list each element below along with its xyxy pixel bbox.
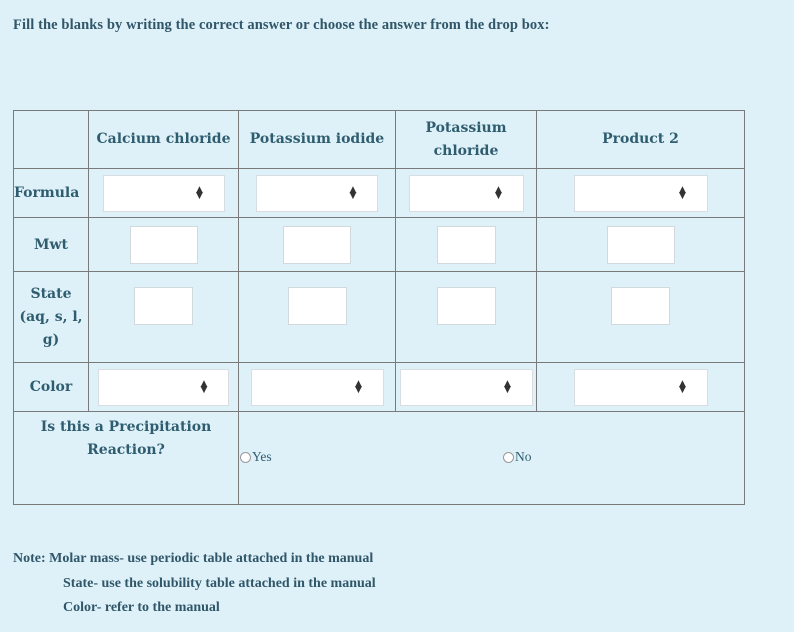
- note-line: Note: Molar mass- use periodic table att…: [13, 551, 374, 566]
- chemistry-table: Calcium chloride Potassium iodide Potass…: [13, 110, 745, 505]
- state-label-line: (aq, s, l,: [19, 308, 83, 325]
- chevron-updown-icon: ▲ ▼: [349, 185, 357, 201]
- radio-label: No: [515, 449, 532, 464]
- radio-no[interactable]: No: [503, 449, 532, 465]
- row-label-mwt: Mwt: [13, 217, 89, 272]
- note: Note: Molar mass- use periodic table att…: [13, 547, 376, 621]
- color-select-calcium-chloride[interactable]: ▲ ▼: [98, 368, 229, 406]
- chevron-updown-icon: ▲ ▼: [679, 379, 686, 395]
- radio-circle-icon[interactable]: [503, 451, 514, 463]
- precipitation-question: Is this a Precipitation Reaction?: [13, 411, 239, 505]
- instructions: Fill the blanks by writing the correct a…: [13, 17, 550, 33]
- question-line: Is this a Precipitation: [40, 419, 212, 435]
- chevron-updown-icon: ▲ ▼: [679, 185, 686, 201]
- note-line: State- use the solubility table attached…: [63, 575, 376, 591]
- note-line: Color- refer to the manual: [63, 600, 220, 615]
- state-input-potassium-chloride[interactable]: [436, 287, 496, 325]
- state-label-line: State: [30, 285, 72, 302]
- precipitation-answer-cell: Yes No: [238, 411, 745, 505]
- state-input-potassium-iodide[interactable]: [287, 287, 347, 325]
- column-header: Potassium iodide: [238, 110, 396, 169]
- mwt-input-product-2[interactable]: [606, 225, 675, 264]
- state-row: State (aq, s, l, g): [13, 271, 745, 363]
- mwt-input-potassium-chloride[interactable]: [436, 225, 496, 264]
- formula-select-product-2[interactable]: ▲ ▼: [573, 174, 708, 212]
- formula-select-potassium-iodide[interactable]: ▲ ▼: [256, 174, 378, 212]
- radio-yes[interactable]: Yes: [240, 449, 272, 465]
- state-input-calcium-chloride[interactable]: [134, 287, 193, 325]
- state-input-product-2[interactable]: [611, 287, 670, 325]
- color-select-product-2[interactable]: ▲ ▼: [573, 368, 708, 406]
- color-row: Color ▲ ▼ ▲ ▼ ▲ ▼ ▲ ▼: [13, 362, 745, 412]
- row-label-formula: Formula: [13, 168, 89, 218]
- header-row: Calcium chloride Potassium iodide Potass…: [13, 110, 745, 169]
- color-select-potassium-iodide[interactable]: ▲ ▼: [250, 368, 384, 406]
- radio-label: Yes: [252, 449, 272, 464]
- radio-circle-icon[interactable]: [240, 451, 251, 463]
- column-header: Potassium chloride: [395, 110, 537, 169]
- chevron-updown-icon: ▲ ▼: [196, 185, 203, 201]
- formula-select-calcium-chloride[interactable]: ▲ ▼: [102, 174, 225, 212]
- chevron-updown-icon: ▲ ▼: [200, 379, 208, 395]
- column-header: Calcium chloride: [88, 110, 239, 169]
- chevron-updown-icon: ▲ ▼: [495, 185, 502, 201]
- precipitation-row: Is this a Precipitation Reaction? Yes No: [13, 411, 745, 505]
- mwt-input-calcium-chloride[interactable]: [129, 225, 198, 264]
- column-header: Product 2: [536, 110, 745, 169]
- corner-cell: [13, 110, 89, 169]
- color-select-potassium-chloride[interactable]: ▲ ▼: [399, 368, 533, 406]
- chevron-updown-icon: ▲ ▼: [355, 379, 362, 395]
- row-label-color: Color: [13, 362, 89, 412]
- mwt-input-potassium-iodide[interactable]: [283, 225, 351, 264]
- formula-select-potassium-chloride[interactable]: ▲ ▼: [408, 174, 524, 212]
- question-line: Reaction?: [87, 442, 165, 458]
- mwt-row: Mwt: [13, 217, 745, 272]
- row-label-state: State (aq, s, l, g): [13, 271, 89, 363]
- chevron-updown-icon: ▲ ▼: [504, 379, 511, 395]
- state-label-line: g): [42, 331, 60, 348]
- formula-row: Formula ▲ ▼ ▲ ▼ ▲ ▼ ▲ ▼: [13, 168, 745, 218]
